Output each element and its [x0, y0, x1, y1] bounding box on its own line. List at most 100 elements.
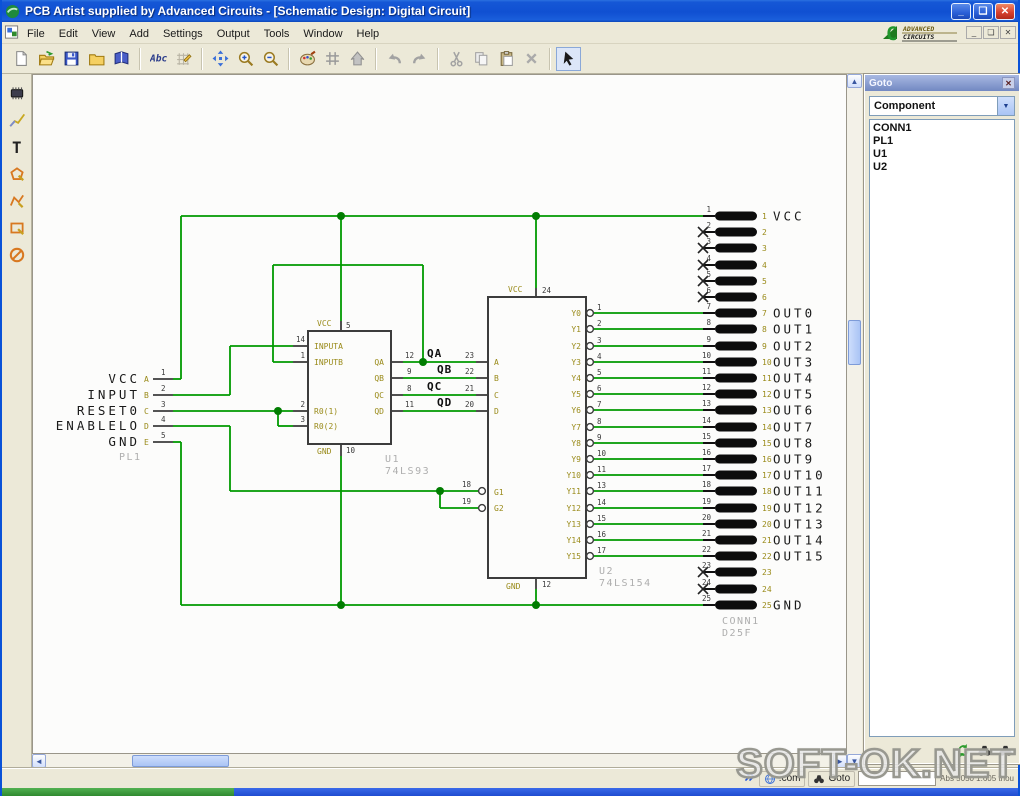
svg-text:21: 21: [465, 384, 474, 393]
svg-text:4: 4: [762, 261, 767, 270]
pan-button[interactable]: [208, 47, 233, 71]
add-shape-open-button[interactable]: [4, 188, 30, 213]
goto-close-icon[interactable]: ✕: [1002, 77, 1015, 89]
library-book-button[interactable]: [109, 47, 134, 71]
svg-text:20: 20: [762, 520, 772, 529]
schematic-canvas[interactable]: Y0 1 Y1 2 Y2 3 Y3 4 Y4 5 Y5 6 Y6 7 Y7 8 Y8 9 Y9 10 Y10 11 Y11 1…: [32, 74, 847, 754]
svg-text:7: 7: [762, 309, 767, 318]
mdi-restore-button[interactable]: ❏: [983, 26, 999, 39]
svg-text:12: 12: [542, 580, 551, 589]
svg-text:74LS154: 74LS154: [599, 578, 652, 589]
svg-text:2: 2: [706, 221, 711, 230]
svg-text:Y7: Y7: [571, 423, 581, 432]
svg-text:3: 3: [597, 336, 602, 345]
goto-component-list[interactable]: CONN1 PL1 U1 U2: [869, 119, 1015, 737]
menu-window[interactable]: Window: [296, 25, 349, 43]
shape-open-icon: [9, 194, 24, 208]
scroll-up-button[interactable]: ▲: [847, 74, 862, 88]
watermark: SOFT-OK.NET: [735, 741, 1016, 788]
add-shape-circle-button[interactable]: [4, 242, 30, 267]
grid-button[interactable]: [320, 47, 345, 71]
menu-edit[interactable]: Edit: [52, 25, 85, 43]
library-folder-button[interactable]: [84, 47, 109, 71]
svg-text:INPUTB: INPUTB: [314, 358, 343, 367]
delete-button[interactable]: [519, 47, 544, 71]
svg-text:25: 25: [702, 594, 711, 603]
grid-edit-button[interactable]: [171, 47, 196, 71]
colors-button[interactable]: [295, 47, 320, 71]
svg-text:9: 9: [597, 433, 602, 442]
svg-text:Y10: Y10: [567, 471, 582, 480]
mdi-close-button[interactable]: ✕: [1000, 26, 1016, 39]
vertical-scrollbar[interactable]: ▲ ▼: [847, 74, 862, 768]
svg-text:D: D: [144, 422, 149, 431]
svg-text:Y0: Y0: [571, 309, 581, 318]
minimize-button[interactable]: _: [951, 2, 971, 20]
vertical-scroll-thumb[interactable]: [848, 320, 861, 365]
menu-add[interactable]: Add: [122, 25, 156, 43]
zoom-in-button[interactable]: [233, 47, 258, 71]
pointer-button[interactable]: [556, 46, 581, 71]
menu-tools[interactable]: Tools: [257, 25, 297, 43]
svg-text:QA: QA: [374, 358, 384, 367]
text-abc-button[interactable]: Abc: [146, 47, 171, 71]
chevron-down-icon[interactable]: ▼: [997, 97, 1014, 115]
add-connection-button[interactable]: [4, 107, 30, 132]
svg-text:5: 5: [597, 368, 602, 377]
paste-button[interactable]: [494, 47, 519, 71]
mdi-minimize-button[interactable]: _: [966, 26, 982, 39]
svg-text:8: 8: [597, 417, 602, 426]
menu-settings[interactable]: Settings: [156, 25, 210, 43]
menu-output[interactable]: Output: [210, 25, 257, 43]
svg-text:17: 17: [597, 546, 606, 555]
shape-circle-icon: [9, 247, 24, 262]
goto-panel-titlebar[interactable]: Goto ✕: [865, 75, 1019, 91]
redo-button[interactable]: [407, 47, 432, 71]
undo-button[interactable]: [382, 47, 407, 71]
horizontal-scrollbar[interactable]: ◄ ►: [32, 754, 847, 768]
open-folder-button[interactable]: [34, 47, 59, 71]
svg-text:10: 10: [762, 358, 772, 367]
svg-text:15: 15: [762, 439, 772, 448]
svg-text:4: 4: [161, 415, 166, 424]
add-shape-closed-button[interactable]: [4, 161, 30, 186]
cut-button[interactable]: [444, 47, 469, 71]
text-abc-icon: Abc: [150, 54, 167, 65]
goto-list-item-pl1[interactable]: PL1: [873, 135, 1011, 148]
toolbar-separator: [549, 47, 551, 70]
svg-text:6: 6: [706, 286, 711, 295]
save-button[interactable]: [59, 47, 84, 71]
goto-type-select[interactable]: Component ▼: [869, 96, 1015, 116]
svg-text:23: 23: [465, 351, 474, 360]
restore-button[interactable]: ❏: [973, 2, 993, 20]
svg-text:PL1: PL1: [119, 452, 142, 463]
menu-view[interactable]: View: [85, 25, 123, 43]
close-button[interactable]: ✕: [995, 2, 1015, 20]
svg-text:9: 9: [706, 335, 711, 344]
svg-text:1: 1: [762, 212, 767, 221]
add-text-button[interactable]: T: [4, 134, 30, 159]
goto-list-item-conn1[interactable]: CONN1: [873, 122, 1011, 135]
add-shape-rectangle-button[interactable]: [4, 215, 30, 240]
zoom-out-button[interactable]: [258, 47, 283, 71]
start-button-strip[interactable]: [2, 788, 234, 796]
drawing-toolbar: T: [2, 74, 32, 768]
svg-text:19: 19: [462, 497, 471, 506]
add-component-button[interactable]: [4, 80, 30, 105]
svg-text:Y11: Y11: [567, 487, 582, 496]
copy-button[interactable]: [469, 47, 494, 71]
taskbar[interactable]: [2, 788, 1018, 796]
goto-list-item-u2[interactable]: U2: [873, 161, 1011, 174]
scroll-left-button[interactable]: ◄: [32, 754, 46, 768]
goto-list-item-u1[interactable]: U1: [873, 148, 1011, 161]
svg-text:INPUT: INPUT: [87, 387, 140, 402]
pointer-icon: [563, 51, 574, 66]
push-button[interactable]: [345, 47, 370, 71]
menu-help[interactable]: Help: [350, 25, 387, 43]
svg-text:3: 3: [300, 415, 305, 424]
horizontal-scroll-thumb[interactable]: [132, 755, 229, 767]
new-file-button[interactable]: [9, 47, 34, 71]
document-icon: [4, 25, 19, 39]
menu-file[interactable]: File: [20, 25, 52, 43]
svg-text:3: 3: [762, 244, 767, 253]
